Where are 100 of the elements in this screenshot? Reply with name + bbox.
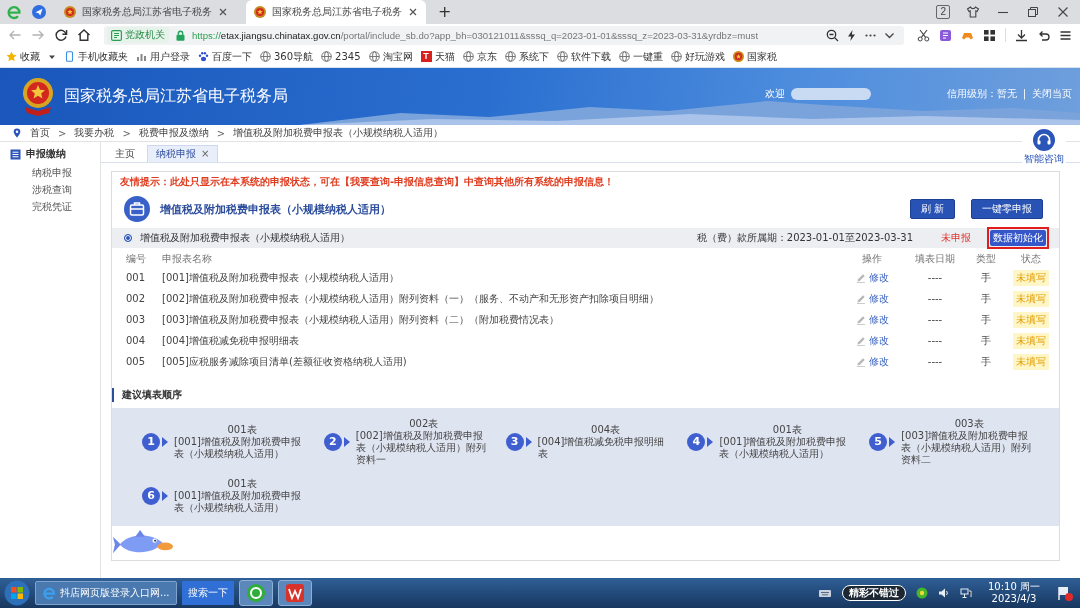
menu-group-label[interactable]: 申报缴纳: [26, 147, 66, 161]
status-ring-icon[interactable]: [916, 587, 928, 599]
restore-icon[interactable]: [1026, 5, 1040, 19]
download-icon[interactable]: [1015, 28, 1028, 42]
page-tab[interactable]: 纳税申报 ×: [147, 145, 219, 162]
status-badge: 未填写: [1013, 290, 1049, 307]
bookmark-link[interactable]: 京东: [462, 49, 497, 64]
pencil-icon: [855, 335, 866, 346]
column-header: 状态: [1021, 251, 1041, 266]
separator-text: |: [1022, 88, 1026, 99]
browser-tab[interactable]: 国家税务总局江苏省电子税务: [56, 0, 236, 24]
step-form-code: 003表: [954, 418, 984, 430]
ring-app-icon: [245, 583, 266, 603]
form-name: [003]增值税及附加税费申报表（小规模纳税人适用）附列资料（二）（附加税费情况表）: [162, 312, 559, 327]
network-icon[interactable]: [960, 587, 972, 599]
type-cell: 手: [981, 312, 991, 327]
bookmark-link[interactable]: 用户登录: [136, 49, 190, 64]
pinned-app-button[interactable]: [238, 580, 273, 606]
shirt-icon[interactable]: [966, 5, 980, 19]
action-button[interactable]: 一键零申报: [971, 199, 1043, 219]
headset-icon[interactable]: [1033, 129, 1055, 151]
clock-date[interactable]: 2023/4/3: [991, 593, 1037, 605]
notebook-icon[interactable]: [939, 28, 952, 42]
globe-icon: [462, 51, 474, 62]
breadcrumb-link[interactable]: 税费申报及缴纳: [138, 126, 209, 140]
close-icon[interactable]: [408, 7, 418, 17]
status-badge: 未填写: [1013, 269, 1049, 286]
new-tab-button[interactable]: +: [436, 4, 454, 20]
edit-link[interactable]: 修改: [855, 291, 889, 306]
scissors-icon[interactable]: [917, 28, 930, 42]
undo-icon[interactable]: [1037, 28, 1050, 42]
pencil-icon: [855, 293, 866, 304]
bookmark-link[interactable]: T 天猫: [420, 49, 455, 64]
pinned-app-button[interactable]: [277, 580, 312, 606]
step-form-name: [001]增值税及附加税费申报表（小规模纳税人适用）: [174, 490, 302, 514]
menu-icon[interactable]: [1059, 28, 1072, 42]
bookmark-link[interactable]: 淘宝网: [368, 49, 413, 64]
menu-item[interactable]: 涉税查询: [32, 184, 72, 196]
column-header: 类型: [976, 251, 996, 266]
step-form-name: [003]增值税及附加税费申报表（小规模纳税人适用）附列资料二: [901, 430, 1033, 466]
site-info-button[interactable]: 党政机关: [107, 27, 169, 43]
column-header: 操作: [862, 251, 882, 266]
address-field[interactable]: 党政机关 https://etax.jiangsu.chinatax.gov.cn/portal/include_sb.do?app_bh=030121011&sssq_q=2023-01-01&sssq_z=2023-03-31&yrdbz=must: [104, 25, 904, 45]
menu-item[interactable]: 完税凭证: [32, 201, 72, 213]
section-title: 建议填表顺序: [112, 388, 182, 402]
edit-link[interactable]: 修改: [855, 354, 889, 369]
paper-plane-icon[interactable]: [32, 5, 46, 19]
speaker-icon[interactable]: [938, 587, 950, 599]
globe-icon: [504, 51, 516, 62]
notice-text: 友情提示：此处只显示在本系统的申报状态，可在【我要查询-申报信息查询】中查询其他所有系统的申报信息！: [120, 175, 615, 189]
bookmark-link[interactable]: 一键重: [618, 49, 663, 64]
tab-close[interactable]: ×: [201, 146, 210, 162]
bookmark-link[interactable]: 2345: [321, 51, 361, 62]
promo-badge[interactable]: 精彩不错过: [842, 585, 906, 601]
taskbar-window-button[interactable]: 抖店网页版登录入口网...: [35, 581, 177, 605]
url-text[interactable]: https://etax.jiangsu.chinatax.gov.cn/portal/include_sb.do?app_bh=030121011&sssq_q=2023-01-01&sssq_z=2023-03-31&yrdbz=must: [192, 29, 759, 41]
pencil-icon: [855, 272, 866, 283]
grid-icon[interactable]: [983, 28, 996, 42]
list-icon: [10, 148, 21, 160]
breadcrumb-separator: >: [122, 127, 131, 139]
edit-link[interactable]: 修改: [855, 312, 889, 327]
zoom-out-icon[interactable]: [826, 28, 839, 42]
home-icon[interactable]: [77, 28, 91, 42]
edit-link[interactable]: 修改: [855, 333, 889, 348]
reload-icon[interactable]: [54, 28, 68, 42]
bookmark-link[interactable]: 国家税: [732, 49, 777, 64]
favorites-button[interactable]: 收藏: [6, 49, 40, 64]
menu-item[interactable]: 纳税申报: [32, 167, 72, 179]
action-button[interactable]: 刷 新: [909, 199, 955, 219]
close-icon[interactable]: [1056, 5, 1070, 19]
bookmark-link[interactable]: 软件下载: [556, 49, 611, 64]
page-tab[interactable]: 主页: [107, 146, 143, 162]
start-orb-icon[interactable]: [4, 580, 30, 606]
close-icon[interactable]: [218, 7, 228, 17]
declaration-row[interactable]: 增值税及附加税费申报表（小规模纳税人适用） 税（费）款所属期：2023-01-01至2023-03-31 未申报 数据初始化: [112, 228, 1059, 248]
breadcrumb-link[interactable]: 我要办税: [74, 126, 115, 140]
lightning-icon[interactable]: [845, 28, 858, 42]
browser-tab[interactable]: 国家税务总局江苏省电子税务: [246, 0, 426, 24]
logo-tile-icon: T: [420, 51, 432, 62]
location-pin-icon: [12, 128, 22, 138]
init-data-button[interactable]: 数据初始化: [990, 230, 1046, 246]
globe-icon: [618, 51, 630, 62]
breadcrumb-link[interactable]: 首页: [30, 126, 50, 140]
pencil-icon: [855, 314, 866, 325]
clock-time[interactable]: 10:10 周一: [988, 581, 1040, 593]
bookmark-link[interactable]: 手机收藏夹: [64, 49, 128, 64]
breadcrumb-link[interactable]: 增值税及附加税费申报表（小规模纳税人适用）: [233, 126, 444, 140]
bookmark-link[interactable]: 360导航: [260, 49, 314, 64]
notification-icon[interactable]: [1056, 584, 1074, 602]
search-button[interactable]: 搜索一下: [181, 581, 234, 605]
bookmark-link[interactable]: 好玩游戏: [670, 49, 725, 64]
step-form-name: [004]增值税减免税申报明细表: [537, 436, 666, 460]
date-cell: ----: [927, 335, 943, 346]
bookmark-link[interactable]: 系统下: [504, 49, 549, 64]
paw-icon: [198, 51, 209, 62]
window-count[interactable]: 2: [936, 5, 950, 19]
bookmark-link[interactable]: 百度一下: [198, 49, 252, 64]
step-number: 1: [142, 433, 160, 451]
radio-button[interactable]: [124, 234, 132, 242]
edit-link[interactable]: 修改: [855, 270, 889, 285]
